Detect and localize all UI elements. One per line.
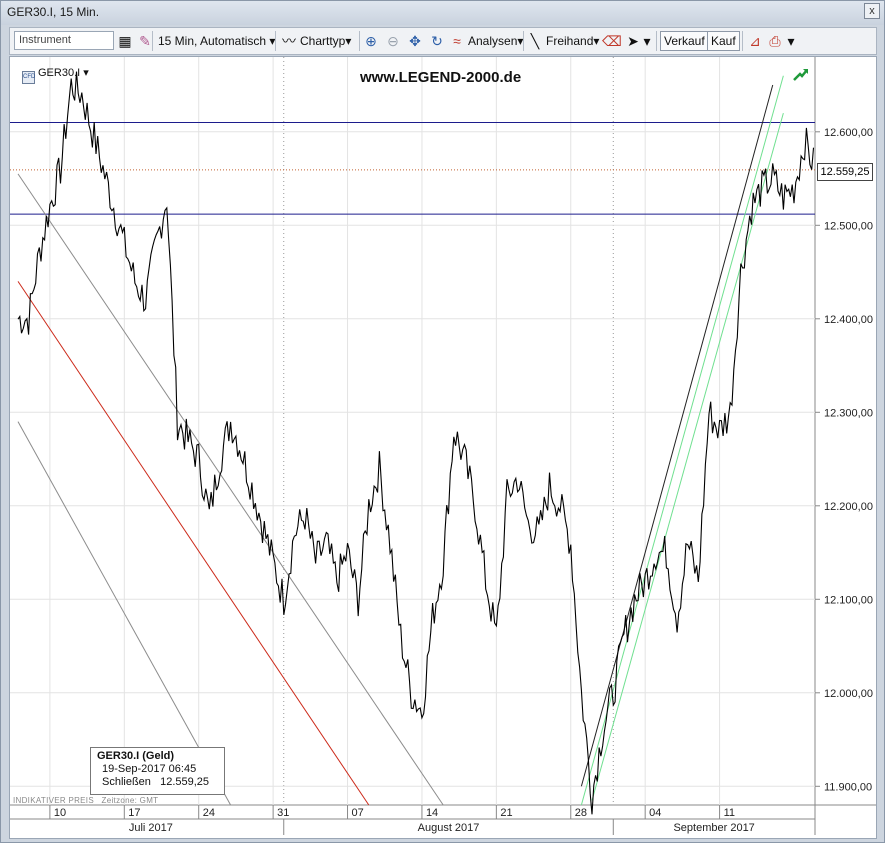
freihand-dropdown[interactable]: Freihand▾ xyxy=(546,31,599,51)
tooltip-title: GER30.I (Geld) xyxy=(97,750,175,762)
separator xyxy=(359,31,360,51)
zoom-out-icon[interactable]: ⊖ xyxy=(384,32,402,50)
cfd-icon: CFD xyxy=(22,71,35,84)
chevron-down-icon: ▾ xyxy=(593,34,600,48)
separator xyxy=(656,31,657,51)
kauf-button[interactable]: Kauf xyxy=(707,31,740,51)
chart-settings-icon[interactable]: ⊿ xyxy=(746,32,764,50)
y-tick-label: 12.500,00 xyxy=(824,220,873,232)
mode-label: Automatisch xyxy=(200,34,267,48)
uptrend-channel-upper xyxy=(580,75,784,806)
eraser-icon[interactable]: ⌫ xyxy=(602,32,622,50)
line-chart-icon[interactable]: 〰 xyxy=(280,32,298,50)
y-tick-label: 11.900,00 xyxy=(824,781,872,793)
x-tick-label: 14 xyxy=(426,807,438,819)
analysen-label: Analysen xyxy=(468,34,518,48)
chart-window: GER30.I, 15 Min. x Instrument ▦ ✎ 15 Min… xyxy=(0,0,885,843)
x-tick-label: 07 xyxy=(352,807,364,819)
y-tick-label: 12.100,00 xyxy=(824,594,873,606)
close-button[interactable]: x xyxy=(864,3,880,19)
separator xyxy=(275,31,276,51)
verkauf-button[interactable]: Verkauf xyxy=(660,31,709,51)
x-tick-label: 04 xyxy=(649,807,661,819)
chart-toolbar: Instrument ▦ ✎ 15 Min, Automatisch ▾ 〰 C… xyxy=(9,27,877,55)
x-tick-label: 24 xyxy=(203,807,215,819)
watermark-text: www.LEGEND-2000.de xyxy=(360,69,522,86)
chevron-down-icon: ▾ xyxy=(345,34,352,48)
month-label: August 2017 xyxy=(418,822,480,834)
month-label: Juli 2017 xyxy=(129,822,173,834)
y-tick-label: 12.300,00 xyxy=(824,407,873,419)
price-series-line xyxy=(17,71,815,815)
x-tick-label: 17 xyxy=(128,807,140,819)
tooltip-datetime: 19-Sep-2017 06:45 xyxy=(102,763,197,775)
y-tick-label: 12.000,00 xyxy=(824,688,873,700)
instrument-selector[interactable]: CFD GER30.I ▾ xyxy=(22,66,89,84)
y-tick-label: 12.200,00 xyxy=(824,501,873,513)
refresh-icon[interactable]: ↻ xyxy=(428,32,446,50)
price-tooltip: GER30.I (Geld) 19-Sep-2017 06:45 Schließ… xyxy=(90,747,225,795)
charttyp-dropdown[interactable]: Charttyp▾ xyxy=(300,31,351,51)
x-tick-label: 10 xyxy=(54,807,66,819)
line-tool-icon[interactable]: ╲ xyxy=(526,32,544,50)
uptrend-channel-lower xyxy=(591,112,784,801)
separator xyxy=(152,31,153,51)
title-bar: GER30.I, 15 Min. x xyxy=(1,1,884,25)
instrument-input[interactable]: Instrument xyxy=(14,31,114,50)
chart-footer: INDIKATIVER PREIS Zeitzone: GMT xyxy=(13,796,158,805)
fit-icon[interactable]: ✥ xyxy=(406,32,424,50)
tooltip-close-label: Schließen xyxy=(102,776,151,788)
x-tick-label: 28 xyxy=(575,807,587,819)
last-price-label: 12.559,25 xyxy=(817,163,873,181)
mode-dropdown[interactable]: Automatisch ▾ xyxy=(200,31,275,51)
price-chart[interactable]: 10 17 24 31 07 14 21 28 04 11 Juli 2017 August 2017… xyxy=(10,57,876,838)
zoom-in-icon[interactable]: ⊕ xyxy=(362,32,380,50)
instrument-name: GER30.I xyxy=(38,67,81,79)
freihand-label: Freihand xyxy=(546,34,594,48)
analysis-icon[interactable]: ≈ xyxy=(448,32,466,50)
calendar-icon[interactable]: ▦ xyxy=(116,32,134,50)
x-tick-label: 31 xyxy=(277,807,289,819)
uptrend-line xyxy=(580,84,774,787)
x-tick-label: 21 xyxy=(500,807,512,819)
separator xyxy=(523,31,524,51)
indicative-price-label: INDIKATIVER PREIS xyxy=(13,796,94,805)
chevron-down-icon[interactable]: ▾ xyxy=(638,32,656,50)
tooltip-close-value: 12.559,25 xyxy=(160,776,210,788)
y-tick-label: 12.600,00 xyxy=(824,127,873,139)
timeframe-label[interactable]: 15 Min, xyxy=(158,31,197,51)
trend-up-icon[interactable] xyxy=(792,65,810,83)
analysen-dropdown[interactable]: Analysen▾ xyxy=(468,31,523,51)
x-tick-label: 11 xyxy=(724,807,735,819)
downtrend-line-red xyxy=(17,281,370,806)
window-title: GER30.I, 15 Min. xyxy=(7,5,100,19)
tooltip-close-row: Schließen 12.559,25 xyxy=(97,776,218,789)
separator xyxy=(742,31,743,51)
chevron-down-icon: ▾ xyxy=(83,67,89,79)
chart-area[interactable]: 10 17 24 31 07 14 21 28 04 11 Juli 2017 August 2017… xyxy=(9,56,877,839)
downtrend-channel-upper xyxy=(17,173,444,806)
chevron-down-icon[interactable]: ▾ xyxy=(782,32,800,50)
timezone-label: Zeitzone: GMT xyxy=(101,796,159,805)
month-label: September 2017 xyxy=(673,822,754,834)
charttyp-label: Charttyp xyxy=(300,34,346,48)
y-tick-label: 12.400,00 xyxy=(824,314,873,326)
